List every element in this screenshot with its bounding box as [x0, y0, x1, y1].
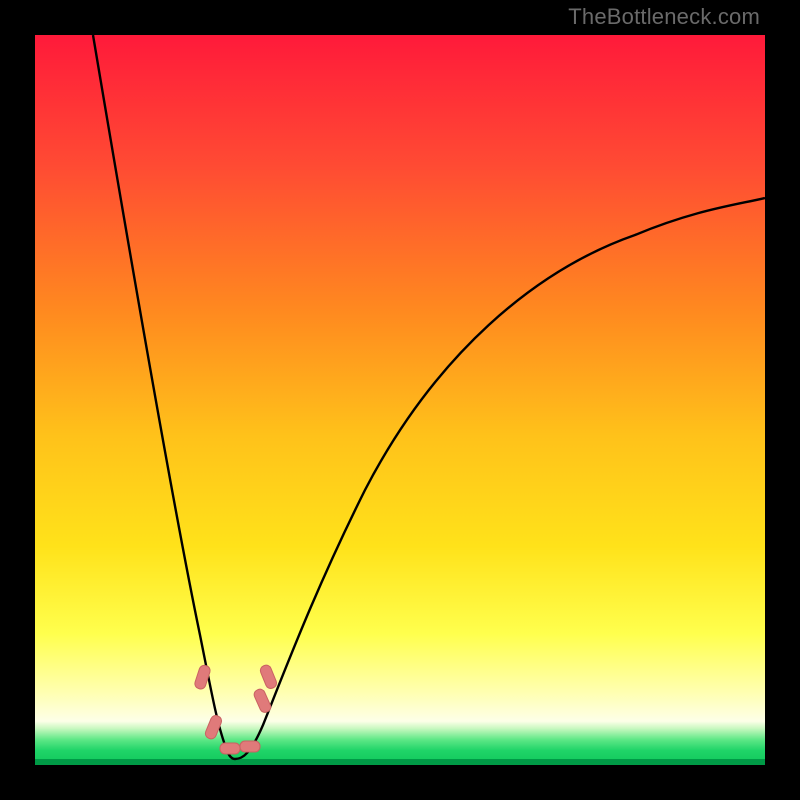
plot-svg [35, 35, 765, 765]
gradient-background [35, 35, 765, 765]
curve-marker [240, 741, 260, 752]
plot-area [35, 35, 765, 765]
bottom-stripe [35, 759, 765, 765]
curve-marker [220, 743, 240, 754]
chart-frame: TheBottleneck.com [0, 0, 800, 800]
watermark-text: TheBottleneck.com [568, 4, 760, 30]
